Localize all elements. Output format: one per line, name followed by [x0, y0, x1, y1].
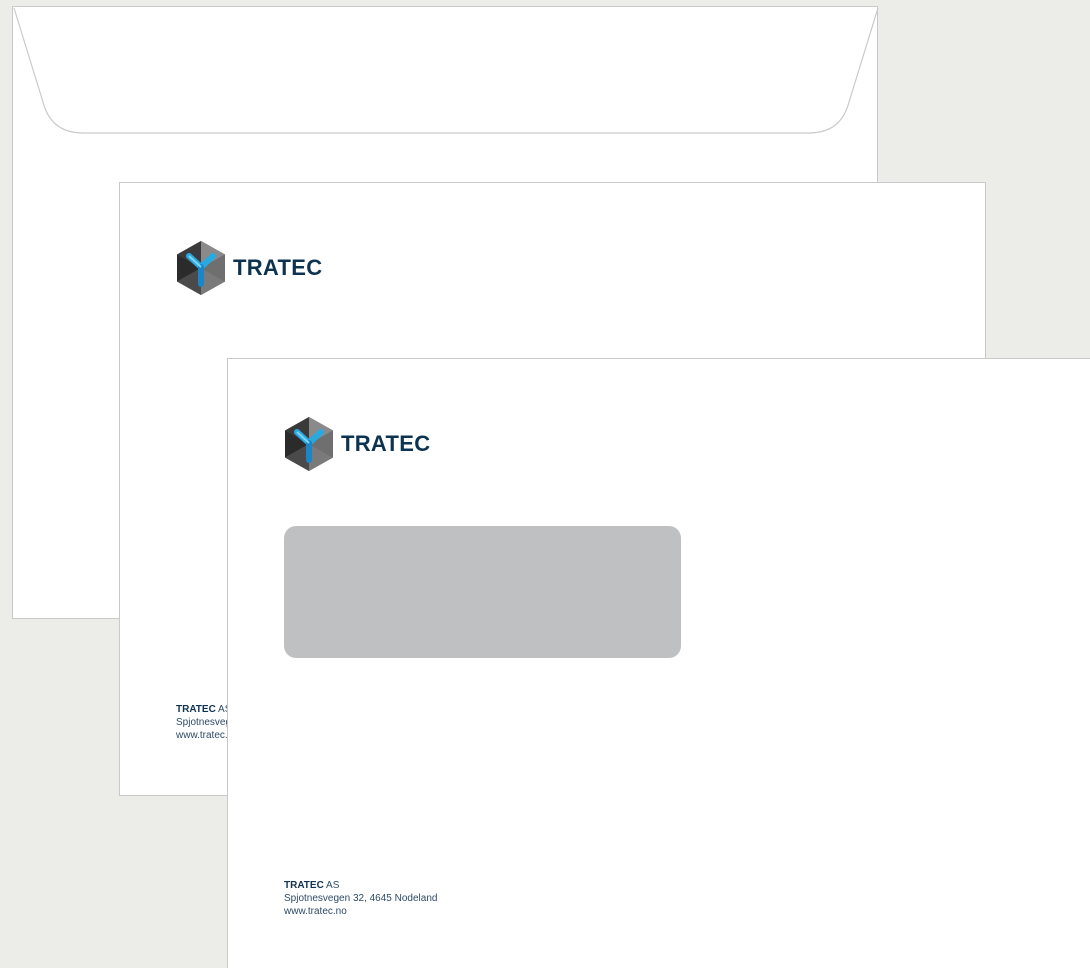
- company-suffix: AS: [323, 880, 340, 891]
- hexagon-y-cube-logo-icon: [285, 417, 333, 471]
- company-line: TRATEC AS: [284, 879, 437, 892]
- web-line: www.tratec.no: [284, 906, 347, 917]
- brand-logo: TRATEC: [176, 240, 322, 296]
- sender-address: TRATEC AS Spjotnesvegen 32, 4645 Nodelan…: [284, 879, 437, 918]
- street-line: Spjotnesvegen 32, 4645 Nodeland: [284, 893, 438, 904]
- brand-name: TRATEC: [341, 431, 431, 456]
- brand-name: TRATEC: [233, 255, 323, 280]
- front-window-envelope: TRATEC TRATEC AS Spjotnesvegen 32, 4645 …: [227, 358, 1090, 968]
- address-window: [284, 526, 681, 658]
- brand-logo: TRATEC: [284, 416, 430, 472]
- hexagon-y-cube-logo-icon: [177, 241, 225, 295]
- company-name: TRATEC: [284, 880, 324, 891]
- envelope-mockup-scene: TRATEC TRATEC AS Spjotnesvegen 32, 4645 …: [0, 0, 1090, 968]
- company-name: TRATEC: [176, 704, 216, 715]
